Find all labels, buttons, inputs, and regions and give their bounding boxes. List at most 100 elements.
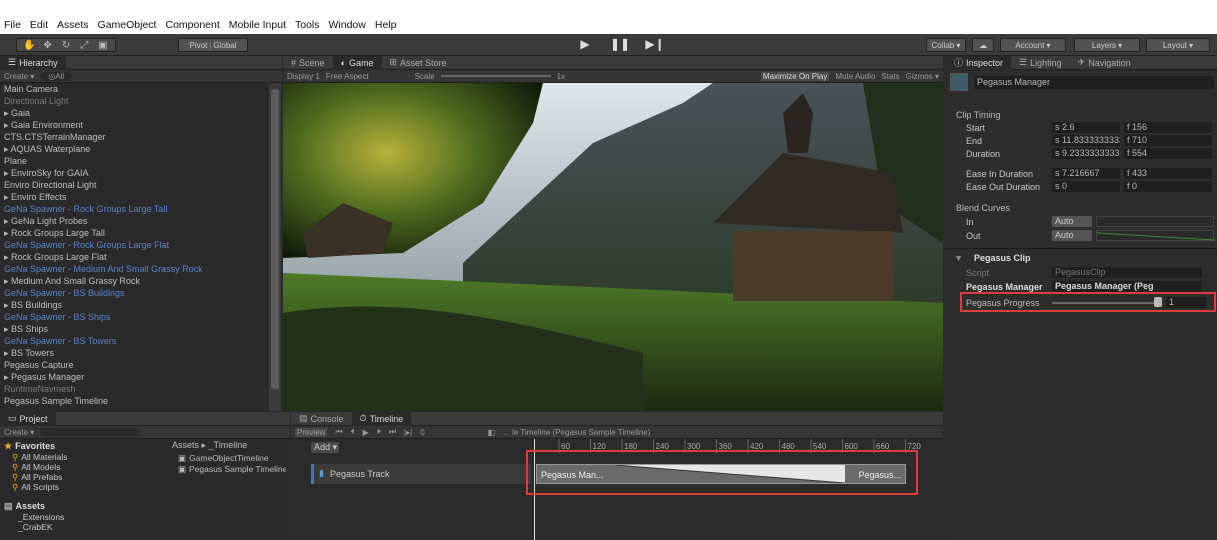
display-dropdown[interactable]: Display 1 xyxy=(287,72,320,81)
preview-button[interactable]: Preview xyxy=(295,427,328,437)
menu-gameobject[interactable]: GameObject xyxy=(98,19,157,31)
prev-frame-icon[interactable]: ⏴ xyxy=(351,427,355,437)
layout-dropdown[interactable]: Layout ▾ xyxy=(1146,38,1210,52)
game-viewport[interactable] xyxy=(283,83,943,411)
aspect-dropdown[interactable]: Free Aspect xyxy=(326,72,369,81)
tab-navigation[interactable]: ✈ Navigation xyxy=(1070,56,1139,70)
blend-in-dropdown[interactable]: Auto xyxy=(1052,216,1092,227)
seconds-field[interactable]: s 0 xyxy=(1052,181,1120,192)
frame-field[interactable]: 0 xyxy=(420,428,424,437)
project-file[interactable]: ▣ GameObjectTimeline xyxy=(178,453,286,464)
frames-field[interactable]: f 554 xyxy=(1124,148,1212,159)
pegasus-track-header[interactable]: ▮ Pegasus Track xyxy=(311,464,531,484)
hierarchy-item[interactable]: Main Camera xyxy=(0,83,268,95)
menu-file[interactable]: File xyxy=(4,19,21,31)
seconds-field[interactable]: s 7.216667 xyxy=(1052,168,1120,179)
pivot-toggle[interactable]: Pivot | Global xyxy=(178,38,248,52)
gizmos-dropdown[interactable]: Gizmos ▾ xyxy=(906,72,939,81)
add-track-button[interactable]: Add ▾ xyxy=(311,442,339,453)
tab-project[interactable]: ▭ Project xyxy=(0,412,56,426)
hierarchy-scrollbar[interactable] xyxy=(269,83,281,411)
blend-out-curve[interactable] xyxy=(1096,230,1216,241)
rect-tool-icon[interactable]: ▣ xyxy=(95,40,111,51)
hand-tool-icon[interactable]: ✋ xyxy=(21,40,37,51)
hierarchy-item[interactable]: ▸ Gaia xyxy=(0,107,268,119)
hierarchy-item[interactable]: GeNa Spawner - Rock Groups Large Flat xyxy=(0,239,268,251)
hierarchy-item[interactable]: ▸ GeNa Light Probes xyxy=(0,215,268,227)
move-tool-icon[interactable]: ✥ xyxy=(39,40,55,51)
favorite-item[interactable]: ⚲ All Scripts xyxy=(4,482,154,492)
collab-button[interactable]: Collab ▾ xyxy=(926,38,966,52)
seconds-field[interactable]: s 2.6 xyxy=(1052,122,1120,133)
frames-field[interactable]: f 710 xyxy=(1124,135,1212,146)
foldout-arrow-icon[interactable]: ▼ xyxy=(954,253,963,263)
hierarchy-item[interactable]: ▸ AQUAS Waterplane xyxy=(0,143,268,155)
menu-help[interactable]: Help xyxy=(375,19,397,31)
maximize-on-play-toggle[interactable]: Maximize On Play xyxy=(760,71,830,81)
asset-folder-item[interactable]: _Extensions xyxy=(4,512,154,522)
tab-timeline[interactable]: ⏱ Timeline xyxy=(351,412,412,426)
play-icon[interactable]: ▶ xyxy=(575,37,595,53)
tab-lighting[interactable]: ☰ Lighting xyxy=(1011,56,1070,70)
tab-game[interactable]: ◐ Game xyxy=(332,56,382,70)
hierarchy-item[interactable]: ▸ BS Ships xyxy=(0,323,268,335)
hierarchy-item[interactable]: CTS.CTSTerrainManager xyxy=(0,131,268,143)
hierarchy-scroll-thumb[interactable] xyxy=(271,89,279,389)
hierarchy-item[interactable]: GeNa Spawner - BS Buildings xyxy=(0,287,268,299)
tab-asset-store[interactable]: ⊞ Asset Store xyxy=(382,56,455,70)
menu-tools[interactable]: Tools xyxy=(295,19,320,31)
step-icon[interactable]: ▶❙ xyxy=(645,37,665,53)
hierarchy-item[interactable]: ▸ Rock Groups Large Tall xyxy=(0,227,268,239)
hierarchy-item[interactable]: GeNa Spawner - BS Towers xyxy=(0,335,268,347)
blend-in-curve[interactable] xyxy=(1096,216,1214,227)
last-frame-icon[interactable]: ⏭ xyxy=(389,427,396,437)
menu-window[interactable]: Window xyxy=(329,19,366,31)
hierarchy-create-button[interactable]: Create ▾ xyxy=(4,72,34,81)
first-frame-icon[interactable]: ⏮ xyxy=(335,427,342,437)
scale-slider[interactable] xyxy=(440,75,551,77)
stats-toggle[interactable]: Stats xyxy=(881,72,899,81)
hierarchy-item[interactable]: Pegasus Capture xyxy=(0,359,268,371)
play-timeline-icon[interactable]: ▶ xyxy=(363,428,369,437)
scale-tool-icon[interactable]: ⤢ xyxy=(76,40,92,51)
next-frame-icon[interactable]: ⏵ xyxy=(377,427,381,437)
hierarchy-item[interactable]: ▸ Pegasus Manager xyxy=(0,371,268,383)
favorite-item[interactable]: ⚲ All Materials xyxy=(4,452,154,462)
hierarchy-item[interactable]: Plane xyxy=(0,155,268,167)
hierarchy-item[interactable]: Enviro Directional Light xyxy=(0,179,268,191)
tab-inspector[interactable]: ⓘ Inspector xyxy=(946,56,1012,70)
hierarchy-item[interactable]: ▸ Gaia Environment xyxy=(0,119,268,131)
project-file[interactable]: ▣ Pegasus Sample Timeline xyxy=(178,464,286,475)
menu-component[interactable]: Component xyxy=(165,19,219,31)
hierarchy-item[interactable]: ▸ Rock Groups Large Flat xyxy=(0,251,268,263)
hierarchy-item[interactable]: ▸ Enviro Effects xyxy=(0,191,268,203)
project-create-button[interactable]: Create ▾ xyxy=(4,428,34,437)
loop-icon[interactable]: |▸| xyxy=(404,428,412,437)
frames-field[interactable]: f 0 xyxy=(1124,181,1212,192)
frames-field[interactable]: f 156 xyxy=(1124,122,1212,133)
cloud-icon[interactable]: ☁ xyxy=(972,38,994,52)
menu-assets[interactable]: Assets xyxy=(57,19,89,31)
project-search[interactable] xyxy=(40,428,141,436)
asset-folder-item[interactable]: _CrabEK xyxy=(4,522,154,532)
pause-icon[interactable]: ❚❚ xyxy=(610,37,630,53)
account-dropdown[interactable]: Account ▾ xyxy=(1000,38,1066,52)
tab-console[interactable]: ▤ Console xyxy=(291,412,352,426)
layers-dropdown[interactable]: Layers ▾ xyxy=(1074,38,1140,52)
menu-mobile-input[interactable]: Mobile Input xyxy=(229,19,286,31)
object-name-field[interactable]: Pegasus Manager xyxy=(974,76,1214,89)
hierarchy-item[interactable]: GeNa Spawner - Rock Groups Large Tall xyxy=(0,203,268,215)
menu-edit[interactable]: Edit xyxy=(30,19,48,31)
hierarchy-item[interactable]: ▸ EnviroSky for GAIA xyxy=(0,167,268,179)
favorite-item[interactable]: ⚲ All Prefabs xyxy=(4,472,154,482)
hierarchy-item[interactable]: ▸ Medium And Small Grassy Rock xyxy=(0,275,268,287)
hierarchy-item[interactable]: Directional Light xyxy=(0,95,268,107)
mute-audio-toggle[interactable]: Mute Audio xyxy=(835,72,875,81)
hierarchy-item[interactable]: GeNa Spawner - BS Ships xyxy=(0,311,268,323)
blend-out-dropdown[interactable]: Auto xyxy=(1052,230,1092,241)
pegasus-manager-field[interactable]: Pegasus Manager (Peg xyxy=(1052,281,1202,292)
hierarchy-item[interactable]: ▸ BS Towers xyxy=(0,347,268,359)
rotate-tool-icon[interactable]: ↻ xyxy=(58,40,74,51)
hierarchy-item[interactable]: RuntimeNavmesh xyxy=(0,383,268,395)
frames-field[interactable]: f 433 xyxy=(1124,168,1212,179)
